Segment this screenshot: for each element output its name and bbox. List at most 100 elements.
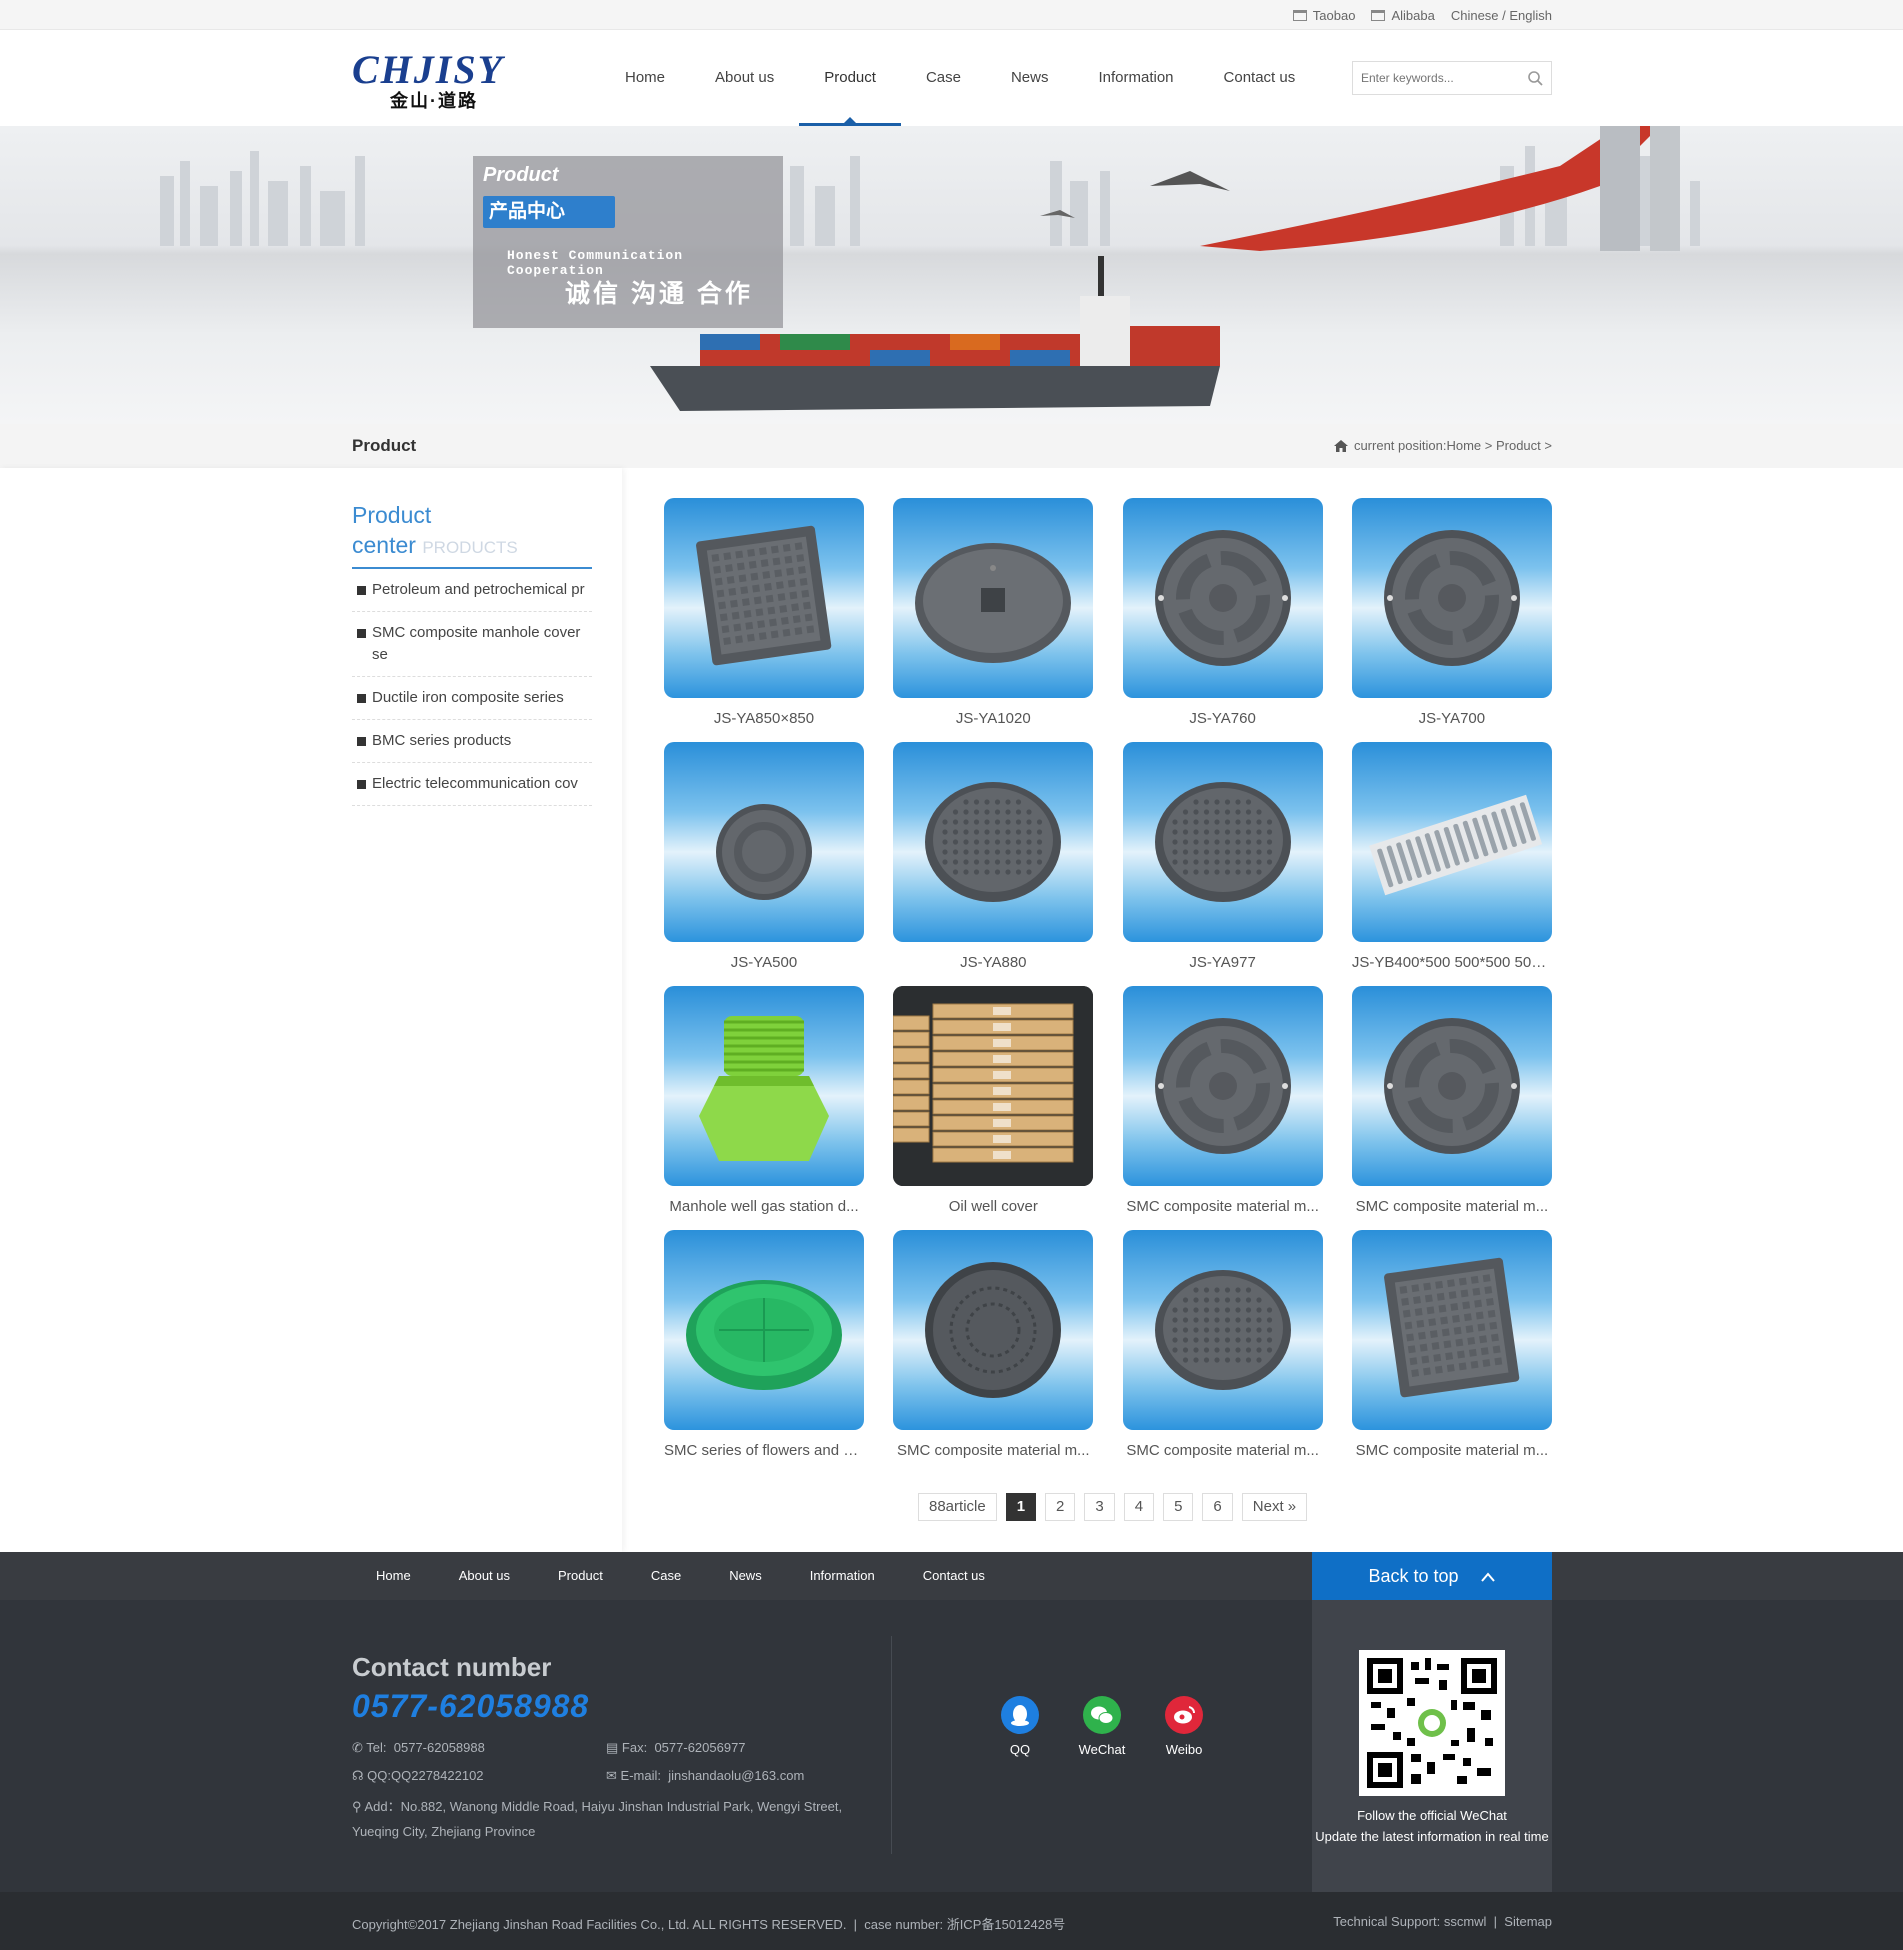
page-5[interactable]: 5 bbox=[1163, 1493, 1194, 1521]
product-card[interactable]: JS-YA977 bbox=[1122, 742, 1323, 971]
breadcrumb-current[interactable]: Product bbox=[1496, 438, 1541, 453]
site-header: CHJISY 金山·道路 Home About us Product Case … bbox=[0, 30, 1903, 126]
nav-product[interactable]: Product bbox=[799, 30, 901, 126]
product-card[interactable]: SMC composite material m... bbox=[1351, 986, 1552, 1215]
product-name[interactable]: JS-YA850×850 bbox=[664, 710, 864, 727]
footer-nav-home[interactable]: Home bbox=[352, 1552, 435, 1600]
product-name[interactable]: SMC composite material m... bbox=[1123, 1198, 1323, 1215]
product-image[interactable] bbox=[1122, 986, 1323, 1186]
breadcrumb: current position:Home > Product > bbox=[1333, 438, 1552, 453]
back-to-top-button[interactable]: Back to top bbox=[1312, 1552, 1552, 1600]
sidebar-item-electric[interactable]: Electric telecommunication cov bbox=[352, 763, 592, 806]
footer-nav-information[interactable]: Information bbox=[786, 1552, 899, 1600]
location-icon: ⚲ bbox=[352, 1799, 362, 1814]
case-number-link[interactable]: 浙ICP备15012428号 bbox=[947, 1917, 1066, 1932]
product-image[interactable] bbox=[893, 498, 1094, 698]
nav-about[interactable]: About us bbox=[690, 30, 799, 126]
product-name[interactable]: JS-YA977 bbox=[1123, 954, 1323, 971]
product-image[interactable] bbox=[893, 742, 1094, 942]
product-image[interactable] bbox=[1122, 1230, 1323, 1430]
product-name[interactable]: JS-YA880 bbox=[893, 954, 1093, 971]
sidebar-item-petroleum[interactable]: Petroleum and petrochemical pr bbox=[352, 569, 592, 612]
contact-phone-big: 0577-62058988 bbox=[352, 1688, 590, 1724]
social-qq[interactable]: QQ bbox=[990, 1696, 1050, 1757]
product-name[interactable]: SMC series of flowers and p... bbox=[664, 1442, 864, 1459]
footer-nav-case[interactable]: Case bbox=[627, 1552, 705, 1600]
product-card[interactable]: SMC composite material m... bbox=[1351, 1230, 1552, 1459]
product-name[interactable]: SMC composite material m... bbox=[1352, 1198, 1552, 1215]
product-name[interactable]: JS-YA760 bbox=[1123, 710, 1323, 727]
social-wechat-label: WeChat bbox=[1078, 1742, 1126, 1757]
product-name[interactable]: JS-YA500 bbox=[664, 954, 864, 971]
product-card[interactable]: JS-YA700 bbox=[1351, 498, 1552, 727]
page-6[interactable]: 6 bbox=[1202, 1493, 1233, 1521]
qr-caption-2: Update the latest information in real ti… bbox=[1315, 1829, 1549, 1844]
product-card[interactable]: SMC composite material m... bbox=[1122, 1230, 1323, 1459]
nav-information[interactable]: Information bbox=[1073, 30, 1198, 126]
support-link[interactable]: sscmwl bbox=[1444, 1914, 1487, 1929]
alibaba-link[interactable]: Alibaba bbox=[1371, 8, 1435, 23]
nav-news[interactable]: News bbox=[986, 30, 1074, 126]
sitemap-link[interactable]: Sitemap bbox=[1504, 1914, 1552, 1929]
language-switch[interactable]: Chinese / English bbox=[1451, 8, 1552, 23]
page-4[interactable]: 4 bbox=[1123, 1493, 1155, 1521]
breadcrumb-separator: > bbox=[1540, 438, 1552, 453]
nav-home[interactable]: Home bbox=[600, 30, 690, 126]
footer-nav-news[interactable]: News bbox=[705, 1552, 786, 1600]
product-name[interactable]: SMC composite material m... bbox=[1123, 1442, 1323, 1459]
product-card[interactable]: JS-YA760 bbox=[1122, 498, 1323, 727]
product-name[interactable]: SMC composite material m... bbox=[1352, 1442, 1552, 1459]
product-name[interactable]: Manhole well gas station d... bbox=[664, 1198, 864, 1215]
product-card[interactable]: JS-YA850×850 bbox=[664, 498, 864, 727]
phone-icon: ✆ bbox=[352, 1740, 363, 1755]
product-name[interactable]: JS-YA700 bbox=[1352, 710, 1552, 727]
product-name[interactable]: SMC composite material m... bbox=[893, 1442, 1093, 1459]
logo[interactable]: CHJISY 金山·道路 bbox=[352, 50, 504, 112]
breadcrumb-home[interactable]: Home bbox=[1446, 438, 1481, 453]
page-1[interactable]: 1 bbox=[1005, 1493, 1037, 1521]
product-image[interactable] bbox=[1122, 498, 1323, 698]
page-2[interactable]: 2 bbox=[1045, 1493, 1076, 1521]
case-label: case number: bbox=[864, 1917, 944, 1932]
product-name[interactable]: JS-YB400*500 500*500 500*... bbox=[1352, 954, 1552, 971]
sidebar-item-bmc[interactable]: BMC series products bbox=[352, 720, 592, 763]
product-image[interactable] bbox=[893, 1230, 1094, 1430]
product-card[interactable]: SMC composite material m... bbox=[1122, 986, 1323, 1215]
product-card[interactable]: Oil well cover bbox=[893, 986, 1094, 1215]
product-image[interactable] bbox=[1122, 742, 1323, 942]
search-input[interactable] bbox=[1353, 62, 1513, 94]
nav-case[interactable]: Case bbox=[901, 30, 986, 126]
next-page-button[interactable]: Next » bbox=[1241, 1493, 1308, 1521]
contact-address-line2: Yueqing City, Zhejiang Province bbox=[352, 1824, 536, 1839]
product-name[interactable]: Oil well cover bbox=[893, 1198, 1093, 1215]
product-image[interactable] bbox=[664, 986, 864, 1186]
product-image[interactable] bbox=[664, 498, 864, 698]
product-card[interactable]: JS-YA880 bbox=[893, 742, 1094, 971]
product-card[interactable]: SMC composite material m... bbox=[893, 1230, 1094, 1459]
product-card[interactable]: JS-YA1020 bbox=[893, 498, 1094, 727]
taobao-link[interactable]: Taobao bbox=[1292, 8, 1355, 23]
search-icon[interactable] bbox=[1527, 70, 1543, 86]
footer-nav-product[interactable]: Product bbox=[534, 1552, 627, 1600]
product-image[interactable] bbox=[1351, 742, 1552, 942]
sidebar-item-smc[interactable]: SMC composite manhole cover se bbox=[352, 612, 592, 677]
product-image[interactable] bbox=[1351, 498, 1552, 698]
footer-nav-about[interactable]: About us bbox=[435, 1552, 534, 1600]
product-image[interactable] bbox=[1351, 1230, 1552, 1430]
product-image[interactable] bbox=[1351, 986, 1552, 1186]
product-card[interactable]: Manhole well gas station d... bbox=[664, 986, 864, 1215]
nav-contact[interactable]: Contact us bbox=[1199, 30, 1321, 126]
product-card[interactable]: JS-YB400*500 500*500 500*... bbox=[1351, 742, 1552, 971]
product-image[interactable] bbox=[893, 986, 1094, 1186]
social-wechat[interactable]: WeChat bbox=[1072, 1696, 1132, 1757]
address-label: Add： bbox=[364, 1799, 401, 1814]
product-card[interactable]: SMC series of flowers and p... bbox=[664, 1230, 864, 1459]
sidebar-item-ductile-iron[interactable]: Ductile iron composite series bbox=[352, 677, 592, 720]
product-name[interactable]: JS-YA1020 bbox=[893, 710, 1093, 727]
product-image[interactable] bbox=[664, 742, 864, 942]
page-3[interactable]: 3 bbox=[1084, 1493, 1115, 1521]
footer-nav-contact[interactable]: Contact us bbox=[899, 1552, 1009, 1600]
product-image[interactable] bbox=[664, 1230, 864, 1430]
product-card[interactable]: JS-YA500 bbox=[664, 742, 864, 971]
social-weibo[interactable]: Weibo bbox=[1154, 1696, 1214, 1757]
